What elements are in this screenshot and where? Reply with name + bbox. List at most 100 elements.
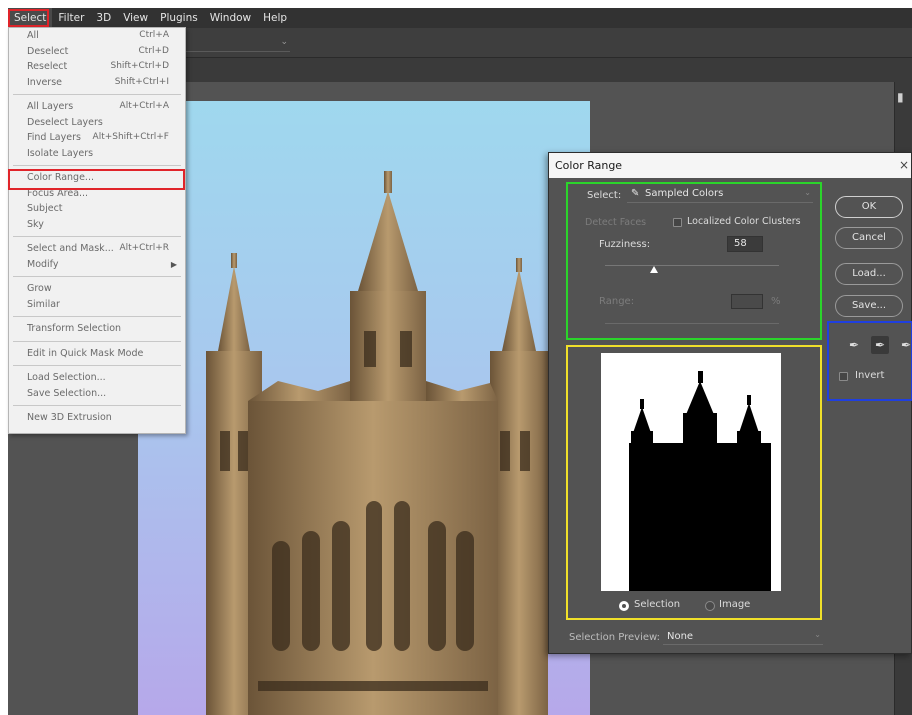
detect-faces-label: Detect Faces [585,217,647,228]
menu-item[interactable]: Similar [9,297,185,313]
menu-item-label: Isolate Layers [27,147,94,159]
fuzziness-input[interactable]: 58 [727,236,763,252]
menu-help[interactable]: Help [257,8,293,28]
menu-item[interactable]: Edit in Quick Mask Mode [9,346,185,362]
menu-item-label: Subject [27,203,63,214]
menu-separator [13,276,181,277]
menu-item[interactable]: Find Layers Alt+Shift+Ctrl+F [9,130,185,146]
menu-item-shortcut: Shift+Ctrl+D [110,61,169,71]
menu-item-label: Find Layers [27,132,81,143]
tower-photo [206,171,548,715]
menu-item-label: All [27,30,39,41]
eyedropper-icon: ✎ [631,188,640,199]
radio-image-label: Image [719,599,751,610]
eyedropper-icon[interactable]: ✒ [845,336,863,354]
fuzziness-slider-track[interactable] [605,265,779,266]
menu-item[interactable]: Grow [9,281,185,297]
select-value: Sampled Colors [645,188,724,199]
menu-item[interactable]: New 3D Extrusion [9,410,185,426]
menu-view[interactable]: View [117,8,154,28]
menu-item[interactable]: Isolate Layers [9,146,185,162]
menu-item-label: Select and Mask... [27,243,114,254]
menu-item-label: Edit in Quick Mask Mode [27,347,144,359]
radio-selection-label: Selection [634,599,681,610]
range-input [731,294,763,309]
menu-item[interactable]: Subject [9,201,185,217]
selection-preview-value: None [667,631,694,642]
selection-preview-image[interactable] [601,353,781,591]
menu-item-shortcut: Ctrl+D [138,45,170,56]
menu-item[interactable]: All Layers Alt+Ctrl+A [9,99,185,115]
eyedropper-tools-highlight [827,321,912,401]
menu-filter[interactable]: Filter [52,8,90,28]
panel-icon[interactable]: ▮ [897,90,911,106]
menu-separator [13,94,181,95]
range-label: Range: [599,296,635,307]
invert-checkbox[interactable] [839,372,848,381]
menu-3d[interactable]: 3D [90,8,117,28]
menu-bar: Select Filter 3D View Plugins Window Hel… [8,8,912,28]
save-button[interactable]: Save... [835,295,903,317]
radio-selection[interactable] [619,601,629,611]
fuzziness-value: 58 [734,238,747,249]
menu-item-label: Deselect [27,45,69,57]
options-dropdown[interactable]: ⌄ [184,36,290,52]
menu-item[interactable]: Load Selection... [9,370,185,386]
radio-image[interactable] [705,601,715,611]
invert-label: Invert [855,370,885,381]
chevron-down-icon: ⌄ [814,630,821,639]
menu-item-label: All Layers [27,101,74,112]
eyedropper-subtract-icon[interactable]: ✒ [897,336,912,354]
menu-item-label: Reselect [27,61,68,72]
menu-item-label: Inverse [27,76,62,88]
menu-separator [13,340,181,342]
menu-item-label: Load Selection... [27,372,106,383]
menu-item[interactable]: Deselect Layers [9,115,185,131]
select-label: Select: [587,190,622,201]
menu-item-shortcut: Alt+Ctrl+A [119,101,169,111]
menu-item-shortcut: Alt+Ctrl+R [119,243,169,253]
menu-separator [13,236,181,237]
menu-item-label: Modify [27,258,59,270]
localized-clusters-label: Localized Color Clusters [687,216,801,227]
localized-clusters-checkbox[interactable] [673,218,682,227]
ok-button[interactable]: OK [835,196,903,218]
menu-item[interactable]: Transform Selection [9,321,185,337]
menu-window[interactable]: Window [204,8,257,28]
menu-item-label: Deselect Layers [27,116,103,128]
menu-item-shortcut: Ctrl+A [139,30,169,40]
menu-item[interactable]: All Ctrl+A [9,28,185,44]
submenu-arrow-icon: ▶ [170,259,177,269]
menu-separator [13,165,181,166]
menu-item-label: Similar [27,298,60,310]
menu-item-label: Save Selection... [27,387,107,399]
menu-plugins[interactable]: Plugins [154,8,204,28]
menu-separator [13,316,181,317]
menu-item[interactable]: Deselect Ctrl+D [9,44,185,60]
fuzziness-slider-handle[interactable] [650,266,658,273]
menu-item[interactable]: Modify ▶ [9,257,185,273]
menu-item[interactable]: Sky [9,217,185,233]
chevron-down-icon: ⌄ [804,188,811,197]
eyedropper-add-icon[interactable]: ✒ [871,336,889,354]
menu-item-label: Grow [27,283,52,294]
load-button[interactable]: Load... [835,263,903,285]
cancel-button[interactable]: Cancel [835,227,903,249]
selection-settings-highlight [566,182,822,340]
menu-item-label: Sky [27,218,44,230]
menu-separator [13,405,181,406]
document-canvas[interactable] [138,101,590,715]
range-unit: % [771,296,781,307]
fuzziness-label: Fuzziness: [599,239,651,250]
preview-mask [629,371,771,591]
selection-preview-dropdown[interactable]: None ⌄ [663,629,823,645]
selection-preview-label: Selection Preview: [569,632,661,643]
close-icon[interactable]: × [899,153,909,178]
select-dropdown[interactable]: ✎ Sampled Colors ⌄ [627,187,813,203]
menu-item[interactable]: Reselect Shift+Ctrl+D [9,59,185,75]
menu-item[interactable]: Save Selection... [9,386,185,402]
menu-item[interactable]: Select and Mask... Alt+Ctrl+R [9,241,185,257]
menu-item-shortcut: Shift+Ctrl+I [114,76,169,87]
menu-item[interactable]: Inverse Shift+Ctrl+I [9,75,185,91]
chevron-down-icon: ⌄ [280,37,288,47]
